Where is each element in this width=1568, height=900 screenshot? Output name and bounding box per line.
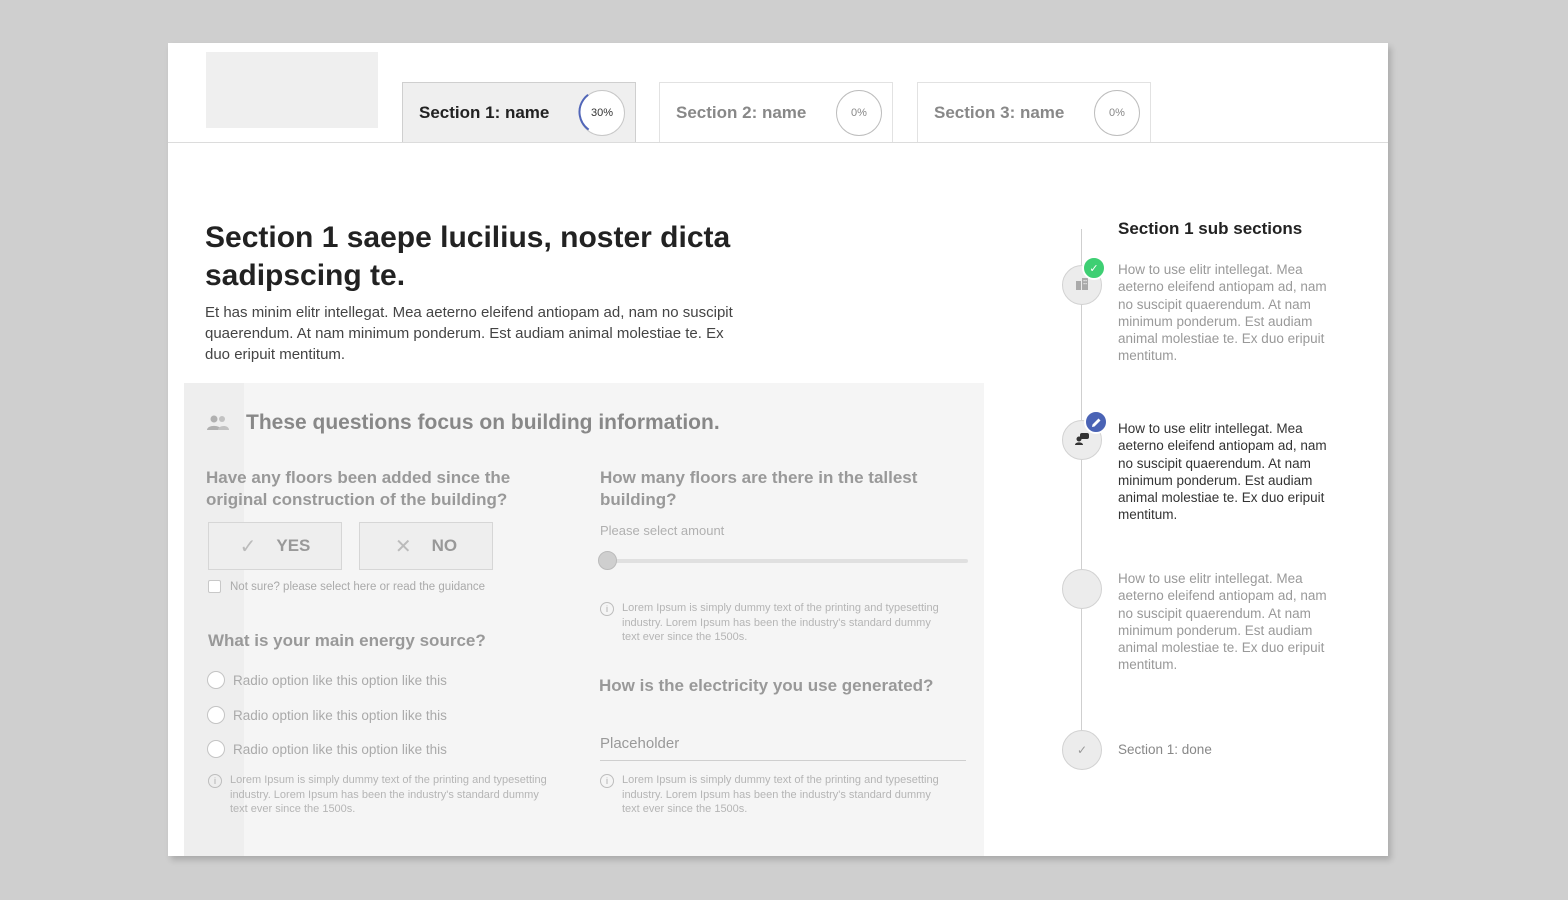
help-text: Lorem Ipsum is simply dummy text of the … [622,774,939,815]
info-icon: i [600,774,614,788]
user-chat-icon [1074,432,1090,449]
radio-label: Radio option like this option like this [233,672,447,688]
question-energy: What is your main energy source? [208,631,486,650]
electricity-input[interactable]: Placeholder [600,733,966,761]
not-sure-checkbox[interactable] [208,580,221,593]
floors-slider-track[interactable] [600,559,968,563]
progress-ring [578,89,624,135]
step-text-1[interactable]: How to use elitr intellegat. Mea aeterno… [1118,261,1333,365]
progress-indicator: 0% [836,90,882,136]
no-button[interactable]: ✕ NO [359,522,493,570]
help-text-floors: i Lorem Ipsum is simply dummy text of th… [600,601,940,645]
step-text-2[interactable]: How to use elitr intellegat. Mea aeterno… [1118,420,1333,524]
radio-option[interactable]: Radio option like this option like this [207,740,447,758]
panel-title: These questions focus on building inform… [246,411,720,434]
radio-option[interactable]: Radio option like this option like this [207,671,447,689]
not-sure-checkbox-row[interactable]: Not sure? please select here or read the… [208,580,485,593]
progress-text: 0% [1109,107,1125,119]
header-divider [168,142,1388,143]
pencil-badge-icon [1084,410,1108,434]
radio-option[interactable]: Radio option like this option like this [207,706,447,724]
step-node-3[interactable] [1062,569,1102,609]
step-done-label[interactable]: Section 1: done [1118,742,1212,757]
help-text: Lorem Ipsum is simply dummy text of the … [230,774,547,815]
timeline-line [1081,229,1082,749]
check-icon: ✓ [1076,743,1088,757]
tab-label: Section 2: name [676,103,807,122]
tab-section-3[interactable]: Section 3: name 0% [917,82,1151,143]
help-text: Lorem Ipsum is simply dummy text of the … [622,602,939,643]
radio-button[interactable] [207,671,225,689]
logo-placeholder [206,52,378,128]
progress-indicator: 30% [578,89,625,136]
info-icon: i [600,602,614,616]
not-sure-label: Not sure? please select here or read the… [230,580,486,593]
people-icon [206,415,230,431]
help-text-electricity: i Lorem Ipsum is simply dummy text of th… [600,773,940,817]
page-title: Section 1 saepe lucilius, noster dicta s… [205,221,731,292]
info-icon: i [208,774,222,788]
question-panel: These questions focus on building inform… [184,383,984,856]
check-icon: ✓ [239,535,257,558]
question-floors-added: Have any floors been added since the ori… [206,468,511,509]
question-floors-count: How many floors are there in the tallest… [600,468,918,509]
radio-button[interactable] [207,740,225,758]
help-text-energy: i Lorem Ipsum is simply dummy text of th… [208,773,548,817]
step-text-3[interactable]: How to use elitr intellegat. Mea aeterno… [1118,570,1333,674]
yes-button[interactable]: ✓ YES [208,522,342,570]
radio-label: Radio option like this option like this [233,741,447,757]
progress-text: 0% [851,107,867,119]
progress-indicator: 0% [1094,90,1140,136]
tab-section-2[interactable]: Section 2: name 0% [659,82,893,143]
radio-button[interactable] [207,706,225,724]
building-icon [1075,277,1089,293]
close-icon: ✕ [394,535,412,558]
step-node-done[interactable]: ✓ [1062,730,1102,770]
radio-label: Radio option like this option like this [233,707,447,723]
floors-slider-handle[interactable] [598,551,617,570]
tab-label: Section 3: name [934,103,1065,122]
panel-header: These questions focus on building inform… [206,411,720,435]
yes-label: YES [276,536,311,555]
slider-hint: Please select amount [600,523,725,538]
no-label: NO [431,536,458,555]
subsections-title: Section 1 sub sections [1118,219,1303,238]
check-badge-icon: ✓ [1082,256,1106,280]
app-window: Section 1: name 30% Section 2: name 0% S… [168,43,1388,856]
tab-section-1[interactable]: Section 1: name 30% [402,82,636,143]
tab-label: Section 1: name [419,103,550,122]
question-electricity: How is the electricity you use generated… [599,676,934,695]
page-intro: Et has minim elitr intellegat. Mea aeter… [205,304,733,363]
